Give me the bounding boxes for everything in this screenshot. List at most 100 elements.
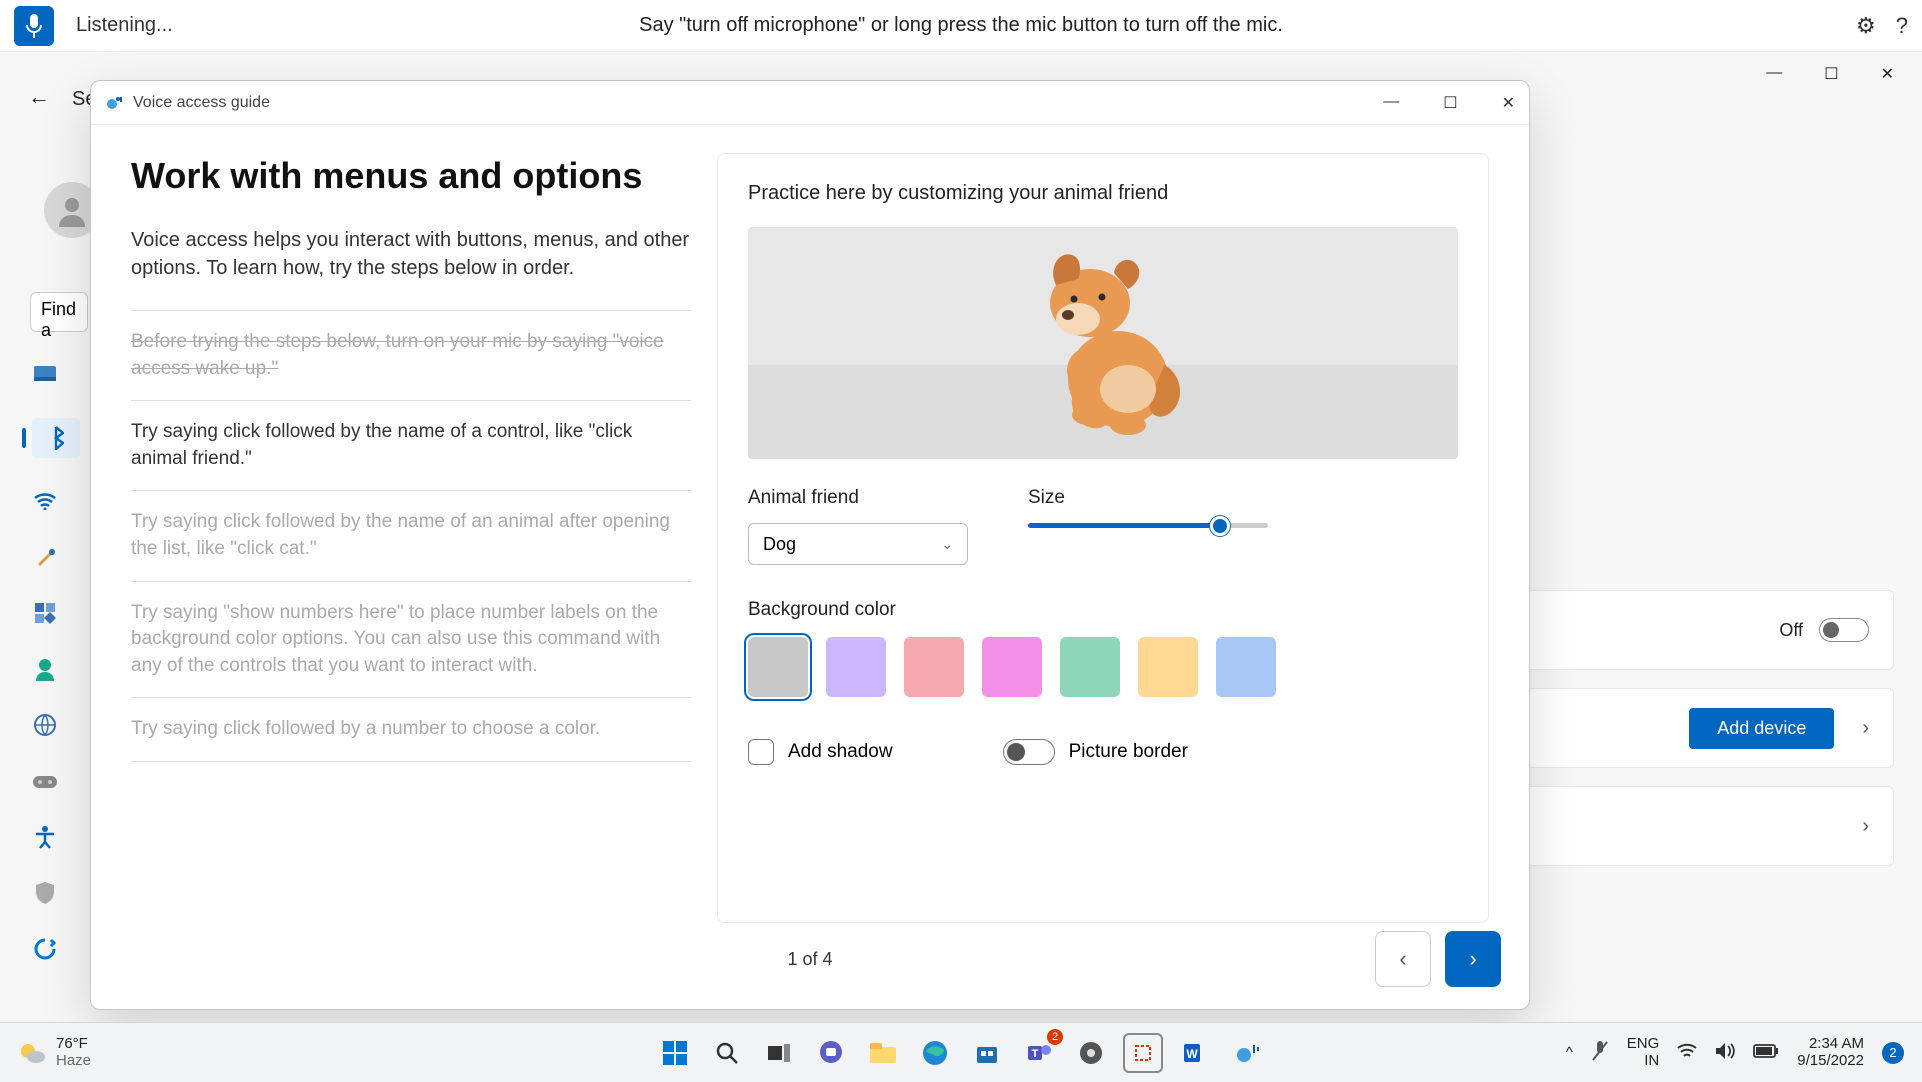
sidebar-apps-icon[interactable]	[32, 600, 58, 626]
svg-text:W: W	[1186, 1047, 1198, 1061]
volume-icon[interactable]	[1715, 1042, 1735, 1064]
sidebar-accessibility-icon[interactable]	[32, 824, 58, 850]
start-button[interactable]	[657, 1035, 693, 1071]
pager-text: 1 of 4	[787, 949, 832, 970]
weather-widget[interactable]: 76°F Haze	[18, 1036, 91, 1069]
settings-app-button[interactable]	[1073, 1035, 1109, 1071]
microphone-icon	[24, 13, 44, 39]
weather-desc: Haze	[56, 1053, 91, 1070]
color-swatch[interactable]	[1060, 637, 1120, 697]
sidebar-network-icon[interactable]	[32, 488, 58, 514]
minimize-icon[interactable]: —	[1766, 64, 1782, 84]
voice-status-text: Listening...	[76, 14, 173, 37]
practice-panel: Practice here by customizing your animal…	[717, 153, 1489, 923]
snipping-tool-button[interactable]	[1125, 1035, 1161, 1071]
sidebar-update-icon[interactable]	[32, 936, 58, 962]
picture-border-toggle[interactable]	[1003, 739, 1055, 765]
taskbar: 76°F Haze T W ^ ENG IN 2:34 AM 9/15/2022…	[0, 1022, 1922, 1082]
guide-step: Try saying click followed by the name of…	[131, 491, 691, 581]
maximize-icon[interactable]: ☐	[1824, 64, 1838, 84]
add-shadow-label: Add shadow	[788, 741, 893, 763]
search-button[interactable]	[709, 1035, 745, 1071]
guide-close-icon[interactable]: ✕	[1502, 93, 1515, 113]
chevron-left-icon: ‹	[1399, 946, 1406, 972]
next-button[interactable]: ›	[1445, 931, 1501, 987]
color-swatch[interactable]	[982, 637, 1042, 697]
task-view-button[interactable]	[761, 1035, 797, 1071]
size-label: Size	[1028, 487, 1458, 509]
word-button[interactable]: W	[1177, 1035, 1213, 1071]
voice-settings-icon[interactable]: ⚙	[1856, 13, 1876, 39]
weather-temp: 76°F	[56, 1036, 91, 1053]
chevron-right-icon: ›	[1862, 717, 1869, 740]
battery-icon[interactable]	[1753, 1044, 1779, 1062]
voice-access-guide-window: Voice access guide — ☐ ✕ Work with menus…	[90, 80, 1530, 1010]
language-indicator[interactable]: ENG IN	[1627, 1036, 1660, 1069]
animal-friend-value: Dog	[763, 534, 796, 555]
person-icon	[55, 193, 89, 227]
guide-step: Try saying click followed by the name of…	[131, 401, 691, 491]
color-swatches	[748, 637, 1458, 697]
edge-button[interactable]	[917, 1035, 953, 1071]
sidebar-personalization-icon[interactable]	[32, 544, 58, 570]
color-swatch[interactable]	[1138, 637, 1198, 697]
voice-hint-text: Say "turn off microphone" or long press …	[639, 14, 1283, 37]
color-swatch[interactable]	[748, 637, 808, 697]
voice-access-app-button[interactable]	[1229, 1035, 1265, 1071]
color-swatch[interactable]	[904, 637, 964, 697]
add-shadow-checkbox[interactable]	[748, 739, 774, 765]
sidebar-bluetooth-icon[interactable]	[32, 418, 80, 458]
mic-muted-icon[interactable]	[1591, 1040, 1609, 1066]
find-setting-input[interactable]: Find a	[30, 292, 88, 332]
toggle-label: Off	[1779, 620, 1803, 641]
back-button[interactable]: ←	[28, 84, 50, 110]
sidebar-gaming-icon[interactable]	[32, 768, 58, 794]
sidebar-privacy-icon[interactable]	[32, 880, 58, 906]
animal-friend-select[interactable]: Dog ⌄	[748, 523, 968, 565]
notification-badge[interactable]: 2	[1882, 1042, 1904, 1064]
settings-sidebar	[32, 362, 80, 962]
clock[interactable]: 2:34 AM 9/15/2022	[1797, 1036, 1864, 1069]
guide-step: Before trying the steps below, turn on y…	[131, 311, 691, 401]
chevron-right-icon: ›	[1469, 946, 1476, 972]
guide-title-bar: Voice access guide — ☐ ✕	[91, 81, 1529, 125]
file-explorer-button[interactable]	[865, 1035, 901, 1071]
svg-text:T: T	[1032, 1048, 1039, 1060]
teams-button[interactable]: T	[1021, 1035, 1057, 1071]
prev-button[interactable]: ‹	[1375, 931, 1431, 987]
weather-icon	[18, 1039, 46, 1067]
guide-app-icon	[105, 94, 123, 112]
color-swatch[interactable]	[826, 637, 886, 697]
sidebar-system-icon[interactable]	[32, 362, 58, 388]
guide-step: Try saying click followed by a number to…	[131, 698, 691, 762]
practice-heading: Practice here by customizing your animal…	[748, 182, 1458, 205]
chat-button[interactable]	[813, 1035, 849, 1071]
guide-heading: Work with menus and options	[131, 153, 691, 198]
tray-overflow-icon[interactable]: ^	[1566, 1044, 1573, 1061]
guide-maximize-icon[interactable]: ☐	[1443, 93, 1457, 113]
background-color-label: Background color	[748, 599, 1458, 621]
size-slider[interactable]	[1028, 523, 1268, 528]
voice-help-icon[interactable]: ?	[1896, 13, 1908, 39]
store-button[interactable]	[969, 1035, 1005, 1071]
guide-minimize-icon[interactable]: —	[1383, 93, 1399, 113]
sidebar-accounts-icon[interactable]	[32, 656, 58, 682]
guide-steps-list: Before trying the steps below, turn on y…	[131, 310, 691, 762]
sidebar-time-language-icon[interactable]	[32, 712, 58, 738]
picture-border-label: Picture border	[1069, 741, 1188, 763]
microphone-button[interactable]	[14, 6, 54, 46]
guide-step: Try saying "show numbers here" to place …	[131, 582, 691, 699]
voice-access-bar: Listening... Say "turn off microphone" o…	[0, 0, 1922, 52]
slider-thumb[interactable]	[1210, 516, 1230, 536]
add-device-button[interactable]: Add device	[1689, 708, 1834, 749]
chevron-down-icon: ⌄	[941, 536, 953, 553]
guide-window-title: Voice access guide	[133, 94, 270, 112]
color-swatch[interactable]	[1216, 637, 1276, 697]
bluetooth-toggle[interactable]	[1819, 618, 1869, 642]
animal-friend-label: Animal friend	[748, 487, 968, 509]
close-icon[interactable]: ✕	[1881, 64, 1894, 84]
wifi-icon[interactable]	[1677, 1043, 1697, 1063]
chevron-right-icon: ›	[1862, 815, 1869, 838]
guide-description: Voice access helps you interact with but…	[131, 226, 691, 282]
animal-preview	[748, 227, 1458, 459]
